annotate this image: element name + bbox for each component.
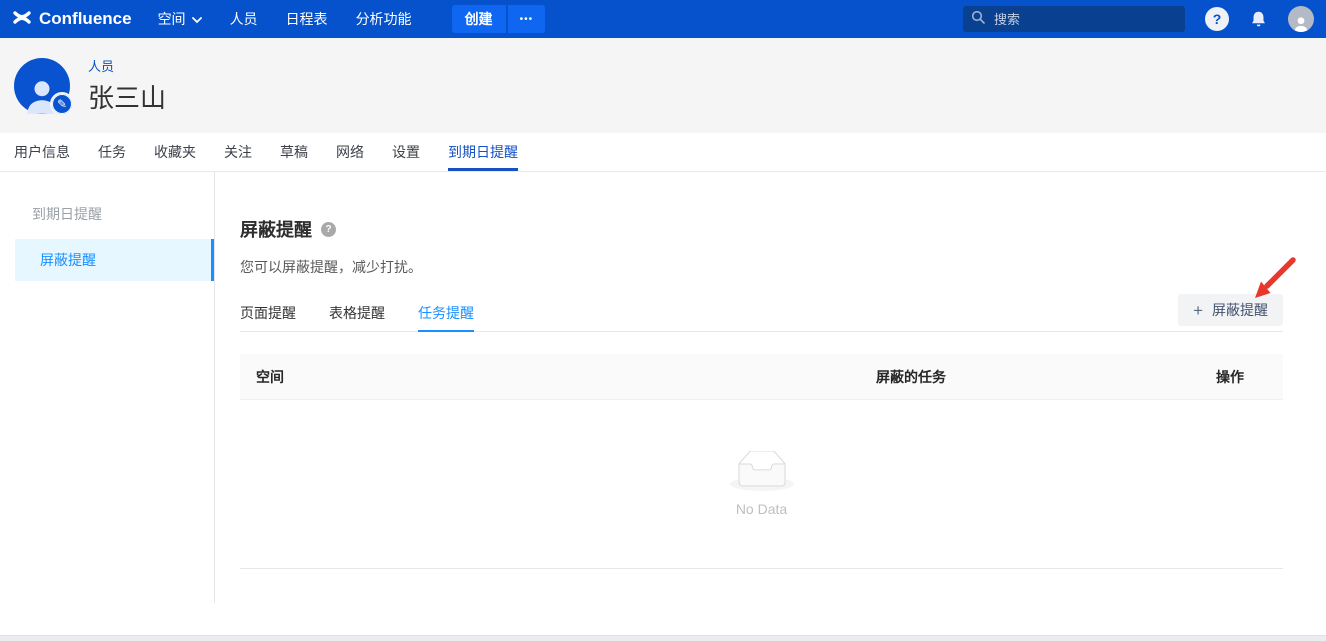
add-block-reminder-button[interactable]: + 屏蔽提醒 <box>1178 294 1283 326</box>
tab-tasks[interactable]: 任务 <box>98 133 126 171</box>
main-panel: 屏蔽提醒 ? 您可以屏蔽提醒，减少打扰。 页面提醒 表格提醒 任务提醒 + 屏蔽… <box>215 172 1326 635</box>
sidebar-header: 到期日提醒 <box>0 172 214 224</box>
column-header-space: 空间 <box>240 367 860 387</box>
sidebar-item-block-reminders[interactable]: 屏蔽提醒 <box>15 239 214 281</box>
confluence-logo-text: Confluence <box>39 9 132 29</box>
profile-text: 人员 张三山 <box>88 56 166 115</box>
search-icon <box>971 10 985 29</box>
column-header-actions: 操作 <box>1200 367 1283 387</box>
page-title: 屏蔽提醒 <box>240 216 312 242</box>
confluence-page: Confluence 空间 人员 日程表 分析功能 创建 ••• ? <box>0 0 1326 641</box>
content-area: 到期日提醒 屏蔽提醒 屏蔽提醒 ? 您可以屏蔽提醒，减少打扰。 页面提醒 表格提… <box>0 172 1326 635</box>
plus-icon: + <box>1193 302 1203 319</box>
search-box[interactable] <box>963 6 1185 32</box>
tab-watches[interactable]: 关注 <box>224 133 252 171</box>
create-button[interactable]: 创建 <box>452 5 506 33</box>
confluence-logo-icon <box>12 7 32 32</box>
person-icon <box>1292 15 1310 32</box>
nav-calendars[interactable]: 日程表 <box>286 9 328 29</box>
tab-settings[interactable]: 设置 <box>392 133 420 171</box>
main-title-row: 屏蔽提醒 ? <box>240 216 1283 242</box>
pencil-icon: ✎ <box>57 97 67 111</box>
column-header-blocked-task: 屏蔽的任务 <box>860 367 1200 387</box>
profile-type-label: 人员 <box>88 56 166 75</box>
notifications-button[interactable] <box>1249 10 1268 29</box>
top-navbar: Confluence 空间 人员 日程表 分析功能 创建 ••• ? <box>0 0 1326 38</box>
more-menu-button[interactable]: ••• <box>508 5 546 33</box>
tab-drafts[interactable]: 草稿 <box>280 133 308 171</box>
profile-avatar[interactable]: ✎ <box>14 58 70 114</box>
help-button[interactable]: ? <box>1205 7 1229 31</box>
profile-header: ✎ 人员 张三山 <box>0 38 1326 133</box>
profile-tab-bar: 用户信息 任务 收藏夹 关注 草稿 网络 设置 到期日提醒 <box>0 133 1326 172</box>
title-help-icon[interactable]: ? <box>321 222 336 237</box>
nav-spaces-label: 空间 <box>158 9 186 29</box>
page-description: 您可以屏蔽提醒，减少打扰。 <box>240 257 1283 277</box>
nav-people[interactable]: 人员 <box>230 9 258 29</box>
tab-task-reminders[interactable]: 任务提醒 <box>418 294 474 331</box>
sidebar: 到期日提醒 屏蔽提醒 <box>0 172 215 603</box>
table-body: No Data <box>240 400 1283 569</box>
blocked-tasks-table: 空间 屏蔽的任务 操作 <box>240 354 1283 569</box>
footer-strip <box>0 635 1326 641</box>
tab-due-date-reminders[interactable]: 到期日提醒 <box>448 133 518 171</box>
tab-favorites[interactable]: 收藏夹 <box>154 133 196 171</box>
table-header-row: 空间 屏蔽的任务 操作 <box>240 354 1283 400</box>
edit-avatar-badge[interactable]: ✎ <box>50 92 74 116</box>
reminder-type-tabs: 页面提醒 表格提醒 任务提醒 + 屏蔽提醒 <box>240 294 1283 332</box>
nav-analytics[interactable]: 分析功能 <box>356 9 412 29</box>
chevron-down-icon <box>192 11 202 27</box>
empty-state: No Data <box>730 451 794 517</box>
profile-name: 张三山 <box>88 78 166 115</box>
tab-page-reminders[interactable]: 页面提醒 <box>240 294 296 331</box>
tab-table-reminders[interactable]: 表格提醒 <box>329 294 385 331</box>
question-mark-icon: ? <box>1213 11 1222 27</box>
top-nav-links: 空间 人员 日程表 分析功能 <box>158 9 440 29</box>
nav-spaces[interactable]: 空间 <box>158 9 202 29</box>
bell-icon <box>1249 10 1268 29</box>
tab-user-info[interactable]: 用户信息 <box>14 133 70 171</box>
user-avatar[interactable] <box>1288 6 1314 32</box>
empty-text: No Data <box>736 501 787 517</box>
add-block-reminder-label: 屏蔽提醒 <box>1212 300 1268 320</box>
search-input[interactable] <box>992 11 1177 28</box>
confluence-logo[interactable]: Confluence <box>12 7 132 32</box>
tab-network[interactable]: 网络 <box>336 133 364 171</box>
empty-inbox-icon <box>730 451 794 492</box>
